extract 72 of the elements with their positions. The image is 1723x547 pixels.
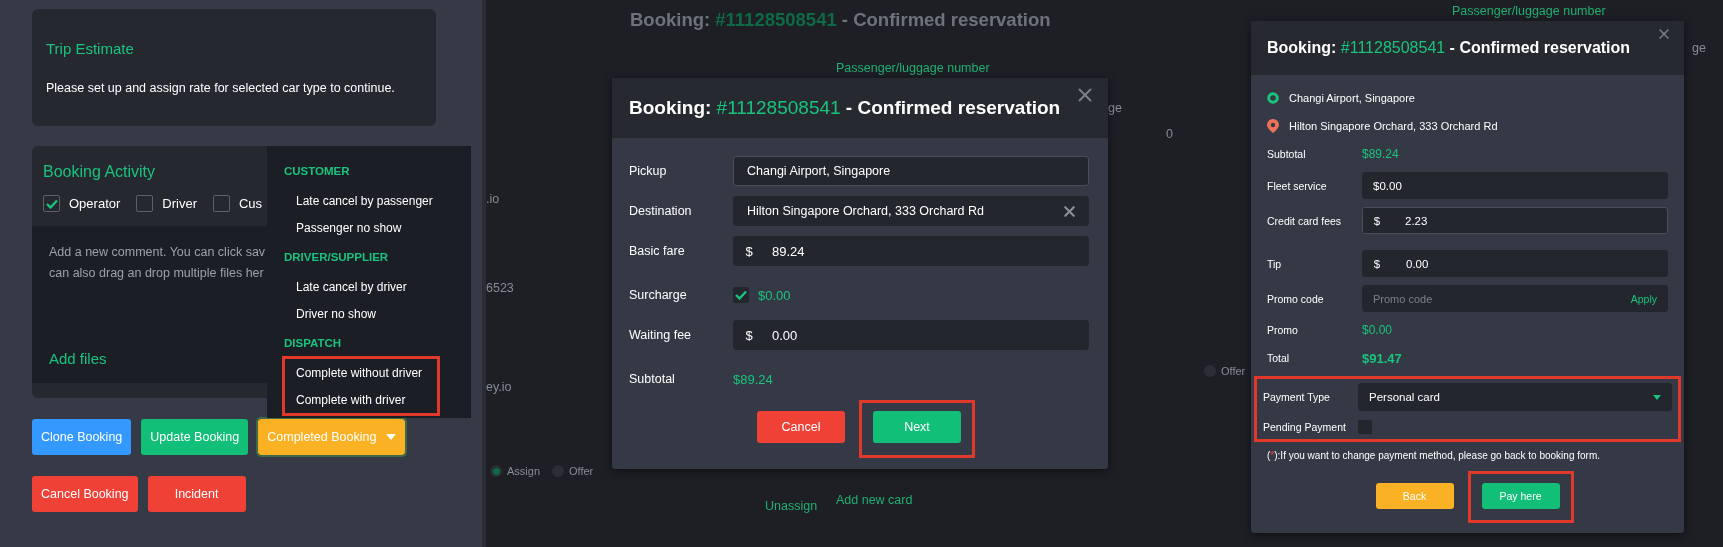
amount-value: $0.00: [1362, 323, 1393, 337]
field-label: Waiting fee: [629, 328, 693, 342]
apply-link[interactable]: Apply: [1630, 292, 1657, 305]
dialog-title: Booking: #11128508541 - Confirmed reservation: [1267, 39, 1631, 57]
caret-icon: [1653, 394, 1661, 400]
field-label: Payment Type: [1263, 391, 1331, 403]
filter-label: Operator: [69, 196, 121, 211]
card-title: Trip Estimate: [46, 40, 134, 57]
field-label: Pending Payment: [1263, 421, 1347, 433]
route-address: Hilton Singapore Orchard, 333 Orchard Rd: [1289, 120, 1498, 132]
background-text: ge: [1692, 41, 1706, 55]
action-button[interactable]: Cancel Booking: [32, 476, 138, 512]
payment-note: (*):If you want to change payment method, please go back to booking form.: [1267, 450, 1601, 461]
filter-checkbox[interactable]: [213, 195, 230, 212]
field-label: Promo code: [1267, 292, 1325, 305]
field-label: Total: [1267, 352, 1291, 364]
amount-field[interactable]: $ 0.00: [733, 320, 1089, 350]
radio-option[interactable]: Assign: [490, 465, 541, 477]
field-label: Credit card fees: [1267, 214, 1343, 227]
background-text: 0: [1166, 127, 1173, 141]
field-label: Surcharge: [629, 288, 688, 302]
field-label: Pickup: [629, 164, 668, 178]
pickup-icon: [1267, 92, 1279, 104]
promo-code-field[interactable]: Promo code Apply: [1362, 285, 1668, 312]
background-title: Booking: #11128508541 - Confirmed reservation: [630, 9, 1051, 31]
menu-item[interactable]: Late cancel by driver: [285, 273, 437, 300]
payment-type-select[interactable]: Personal card: [1358, 383, 1672, 411]
radio-option[interactable]: Offer: [1204, 365, 1246, 377]
menu-heading: CUSTOMER: [284, 164, 351, 179]
field-label: Subtotal: [1267, 148, 1307, 160]
menu-item[interactable]: Late cancel by passenger: [285, 187, 437, 214]
menu-heading: DRIVER/SUPPLIER: [284, 250, 390, 265]
background-text: .io: [486, 192, 500, 206]
background-text: 6523: [486, 281, 514, 295]
menu-item[interactable]: Complete without driver: [285, 359, 437, 386]
fee-field[interactable]: $ 2.23: [1362, 207, 1668, 234]
amount-field[interactable]: $ 89.24: [733, 236, 1089, 266]
menu-item[interactable]: Complete with driver: [285, 386, 437, 413]
surcharge-amount: $0.00: [758, 287, 791, 303]
total-value: $91.47: [1362, 350, 1402, 366]
address-field[interactable]: Changi Airport, Singapore: [733, 156, 1089, 186]
dialog-button[interactable]: Cancel: [757, 411, 845, 443]
comment-placeholder: Add a new comment. You can click sav: [49, 244, 266, 261]
estimate-message: Please set up and assign rate for selected car type to continue.: [46, 81, 396, 95]
dialog-title: Booking: #11128508541 - Confirmed reservation: [629, 97, 1061, 119]
map-pin-icon: [1267, 119, 1279, 133]
amount-value: $89.24: [1362, 147, 1399, 161]
surcharge-checkbox[interactable]: [733, 287, 749, 303]
menu-item[interactable]: Driver no show: [285, 300, 437, 327]
field-label: Destination: [629, 204, 693, 218]
filter-checkbox[interactable]: [43, 195, 60, 212]
comment-placeholder: can also drag an drop multiple files her: [49, 265, 264, 282]
filter-label: Driver: [162, 196, 197, 211]
filter-checkbox[interactable]: [136, 195, 154, 212]
radio-option[interactable]: Offer: [552, 465, 594, 477]
route-address: Changi Airport, Singapore: [1289, 92, 1415, 104]
filter-label: Cus: [239, 196, 263, 211]
field-label: Tip: [1267, 257, 1283, 270]
field-label: Fleet service: [1267, 179, 1328, 192]
card-title: Booking Activity: [43, 163, 156, 181]
action-button[interactable]: Incident: [147, 476, 246, 512]
subtotal-amount: $89.24: [733, 371, 773, 387]
fee-field[interactable]: $ 0.00: [1362, 250, 1668, 277]
field-label: Subtotal: [629, 372, 676, 386]
add-files-link[interactable]: Add files: [49, 350, 107, 367]
address-field[interactable]: Hilton Singapore Orchard, 333 Orchard Rd: [733, 196, 1089, 226]
background-text: ge: [1108, 101, 1122, 115]
menu-heading: DISPATCH: [284, 336, 343, 351]
field-label: Promo: [1267, 324, 1299, 336]
field-label: Basic fare: [629, 244, 686, 258]
background-text: ey.io: [486, 380, 512, 394]
fee-field[interactable]: $0.00: [1362, 172, 1668, 199]
